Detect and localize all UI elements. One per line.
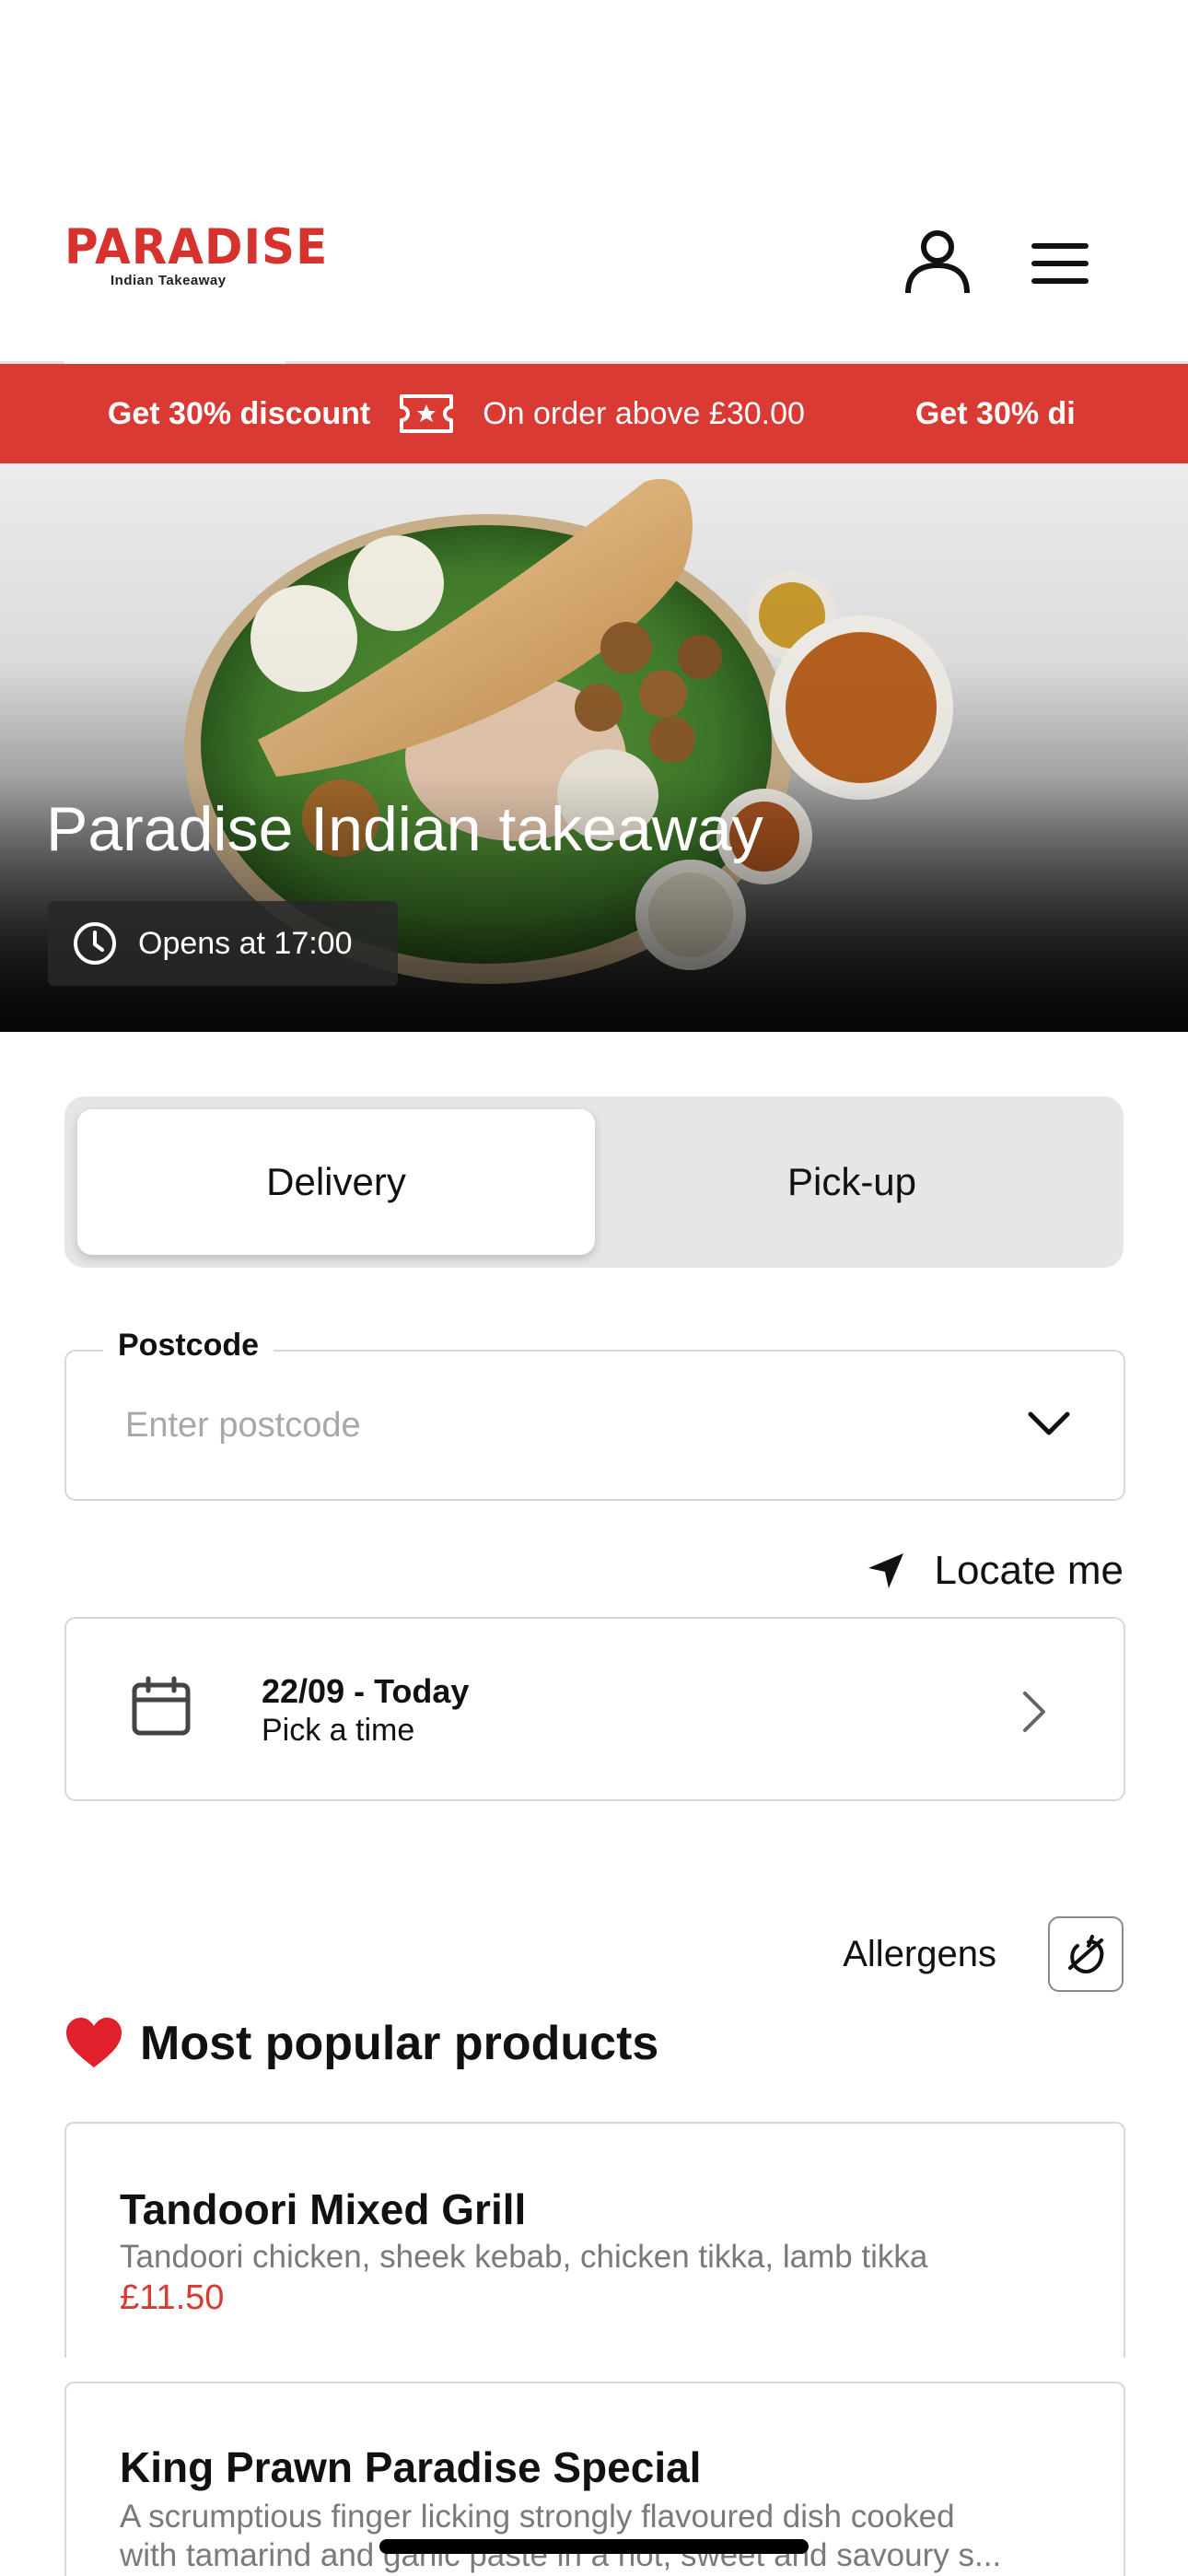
- order-mode-toggle: Delivery Pick-up: [64, 1096, 1124, 1268]
- hamburger-menu-icon[interactable]: [1030, 236, 1092, 291]
- selected-date: 22/09 - Today: [262, 1672, 470, 1710]
- promo-trailing-fragment: Get 30% di: [914, 395, 1076, 431]
- location-arrow-icon: [868, 1553, 903, 1588]
- chevron-right-icon: [1020, 1689, 1048, 1735]
- postcode-label: Postcode: [103, 1328, 274, 1364]
- clock-icon: [72, 920, 118, 966]
- locate-me-label: Locate me: [934, 1548, 1124, 1593]
- promo-banner: 0 Get 30% discount On order above £30.00…: [0, 364, 1188, 463]
- user-icon[interactable]: [903, 227, 973, 297]
- pickup-option[interactable]: Pick-up: [593, 1109, 1111, 1255]
- allergens-control: Allergens: [843, 1916, 1124, 1992]
- allergens-label[interactable]: Allergens: [843, 1934, 996, 1975]
- date-time-picker[interactable]: 22/09 - Today Pick a time: [64, 1617, 1125, 1801]
- logo-brand: PARADISE: [64, 218, 329, 275]
- product-description: Tandoori chicken, sheek kebab, chicken t…: [120, 2239, 928, 2275]
- product-card[interactable]: Tandoori Mixed Grill Tandoori chicken, s…: [64, 2122, 1125, 2358]
- restaurant-title: Paradise Indian takeaway: [46, 794, 763, 864]
- chevron-down-icon[interactable]: [1026, 1405, 1072, 1442]
- product-price: £11.50: [120, 2278, 225, 2317]
- opening-time-text: Opens at 17:00: [138, 925, 353, 961]
- heart-icon: [66, 2018, 122, 2067]
- popular-products-heading: Most popular products: [64, 2010, 658, 2077]
- calendar-icon: [131, 1676, 192, 1737]
- opening-time-badge: Opens at 17:00: [48, 901, 398, 986]
- paradise-logo[interactable]: PARADISE Indian Takeaway: [64, 218, 329, 295]
- pick-time-label: Pick a time: [262, 1713, 415, 1748]
- logo-tagline: Indian Takeaway: [111, 273, 227, 288]
- allergens-button[interactable]: [1048, 1916, 1124, 1992]
- promo-discount-text: Get 30% discount: [107, 395, 371, 431]
- home-indicator: [379, 2539, 809, 2554]
- locate-me-button[interactable]: Locate me: [865, 1539, 1124, 1603]
- product-description-line: A scrumptious finger licking strongly fl…: [120, 2499, 955, 2535]
- postcode-input[interactable]: [94, 1388, 978, 1462]
- product-name: King Prawn Paradise Special: [120, 2443, 702, 2491]
- postcode-field[interactable]: Postcode: [64, 1328, 1125, 1501]
- hero-banner: Paradise Indian takeaway Opens at 17:00: [0, 463, 1188, 1032]
- app-header: PARADISE Indian Takeaway: [0, 0, 1188, 364]
- promo-track: 0 Get 30% discount On order above £30.00…: [0, 364, 1076, 463]
- delivery-option[interactable]: Delivery: [77, 1109, 595, 1255]
- allergens-icon: [1068, 1935, 1104, 1974]
- product-name: Tandoori Mixed Grill: [120, 2185, 527, 2233]
- promo-condition-text: On order above £30.00: [483, 395, 805, 431]
- ticket-icon: [398, 392, 455, 435]
- popular-products-title: Most popular products: [140, 2017, 659, 2070]
- product-description: A scrumptious finger licking strongly fl…: [120, 2498, 1077, 2575]
